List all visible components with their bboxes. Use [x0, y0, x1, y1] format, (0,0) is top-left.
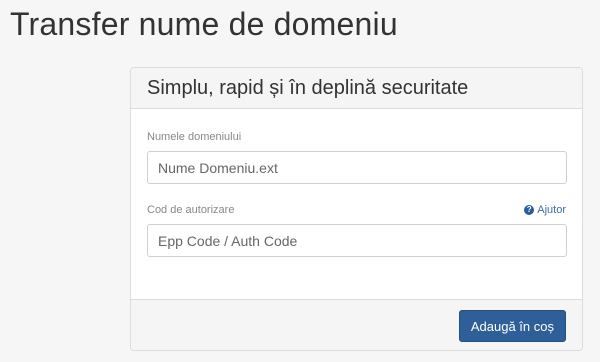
- panel-body: Numele domeniului Cod de autorizare ? Aj…: [131, 109, 582, 257]
- help-link[interactable]: ? Ajutor: [524, 204, 566, 216]
- auth-label-row: Cod de autorizare ? Ajutor: [147, 202, 566, 218]
- help-link-label: Ajutor: [537, 204, 566, 216]
- domain-label-row: Numele domeniului: [147, 129, 566, 145]
- question-circle-icon: ?: [524, 205, 535, 215]
- auth-code-label: Cod de autorizare: [147, 204, 235, 216]
- panel-heading: Simplu, rapid și în deplină securitate: [131, 68, 582, 109]
- add-to-cart-button[interactable]: Adaugă în coș: [458, 310, 566, 342]
- domain-name-input[interactable]: [147, 151, 567, 184]
- auth-code-input[interactable]: [147, 224, 567, 257]
- domain-field-label: Numele domeniului: [147, 131, 242, 143]
- panel-heading-text: Simplu, rapid și în deplină securitate: [147, 76, 469, 99]
- panel-footer: Adaugă în coș: [131, 299, 582, 350]
- auth-field-group: Cod de autorizare ? Ajutor: [147, 202, 567, 257]
- domain-field-group: Numele domeniului: [147, 129, 567, 184]
- page-title: Transfer nume de domeniu: [10, 6, 398, 42]
- transfer-panel: Simplu, rapid și în deplină securitate N…: [130, 67, 583, 351]
